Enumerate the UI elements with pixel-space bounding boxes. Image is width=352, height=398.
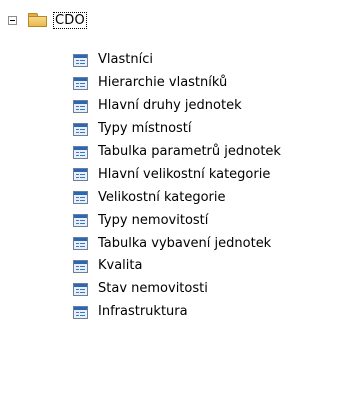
tree-item[interactable]: Typy místností [73,118,281,141]
table-icon [73,122,88,136]
tree-item[interactable]: Velikostní kategorie [73,186,281,209]
table-icon [73,305,88,319]
tree-view[interactable]: CDO Vlastníci Hierarchie vlastníků Hlavn… [0,0,352,398]
table-icon [73,214,88,228]
tree-item-label: Hlavní druhy jednotek [98,98,242,114]
tree-item-label: Hlavní velikostní kategorie [98,166,271,182]
table-icon [73,168,88,182]
table-icon [73,145,88,159]
table-icon [73,282,88,296]
tree-item-label: Velikostní kategorie [98,189,226,205]
tree-item[interactable]: Hlavní velikostní kategorie [73,163,281,186]
tree-item-label: Hierarchie vlastníků [98,75,228,91]
table-icon [73,191,88,205]
tree-item-label: Stav nemovitosti [98,281,208,297]
tree-item-label: Typy místností [98,121,192,137]
tree-item-label: Typy nemovitostí [98,212,209,228]
tree-item-label: Tabulka parametrů jednotek [98,144,281,159]
tree-item[interactable]: Hierarchie vlastníků [73,72,281,95]
tree-item-label: Vlastníci [98,52,153,68]
table-icon [73,259,88,273]
tree-item[interactable]: Typy nemovitostí [73,209,281,232]
folder-icon [28,12,48,28]
tree-node-cdo[interactable]: CDO [8,9,87,31]
tree-item[interactable]: Hlavní druhy jednotek [73,95,281,118]
tree-item[interactable]: Stav nemovitosti [73,278,281,301]
tree-item[interactable]: Vlastníci [73,49,281,72]
table-icon [73,53,88,67]
collapse-icon[interactable] [8,15,17,25]
tree-node-label[interactable]: CDO [53,11,87,29]
tree-item[interactable]: Tabulka vybavení jednotek [73,232,281,255]
tree-item[interactable]: Tabulka parametrů jednotek [73,141,281,164]
tree-item-label: Infrastruktura [98,304,188,320]
table-icon [73,237,88,251]
tree-item[interactable]: Infrastruktura [73,301,281,324]
tree-children: Vlastníci Hierarchie vlastníků Hlavní dr… [73,49,281,324]
tree-item-label: Tabulka vybavení jednotek [98,235,272,251]
table-icon [73,76,88,90]
tree-item[interactable]: Kvalita [73,255,281,278]
tree-item-label: Kvalita [98,258,143,274]
table-icon [73,99,88,113]
